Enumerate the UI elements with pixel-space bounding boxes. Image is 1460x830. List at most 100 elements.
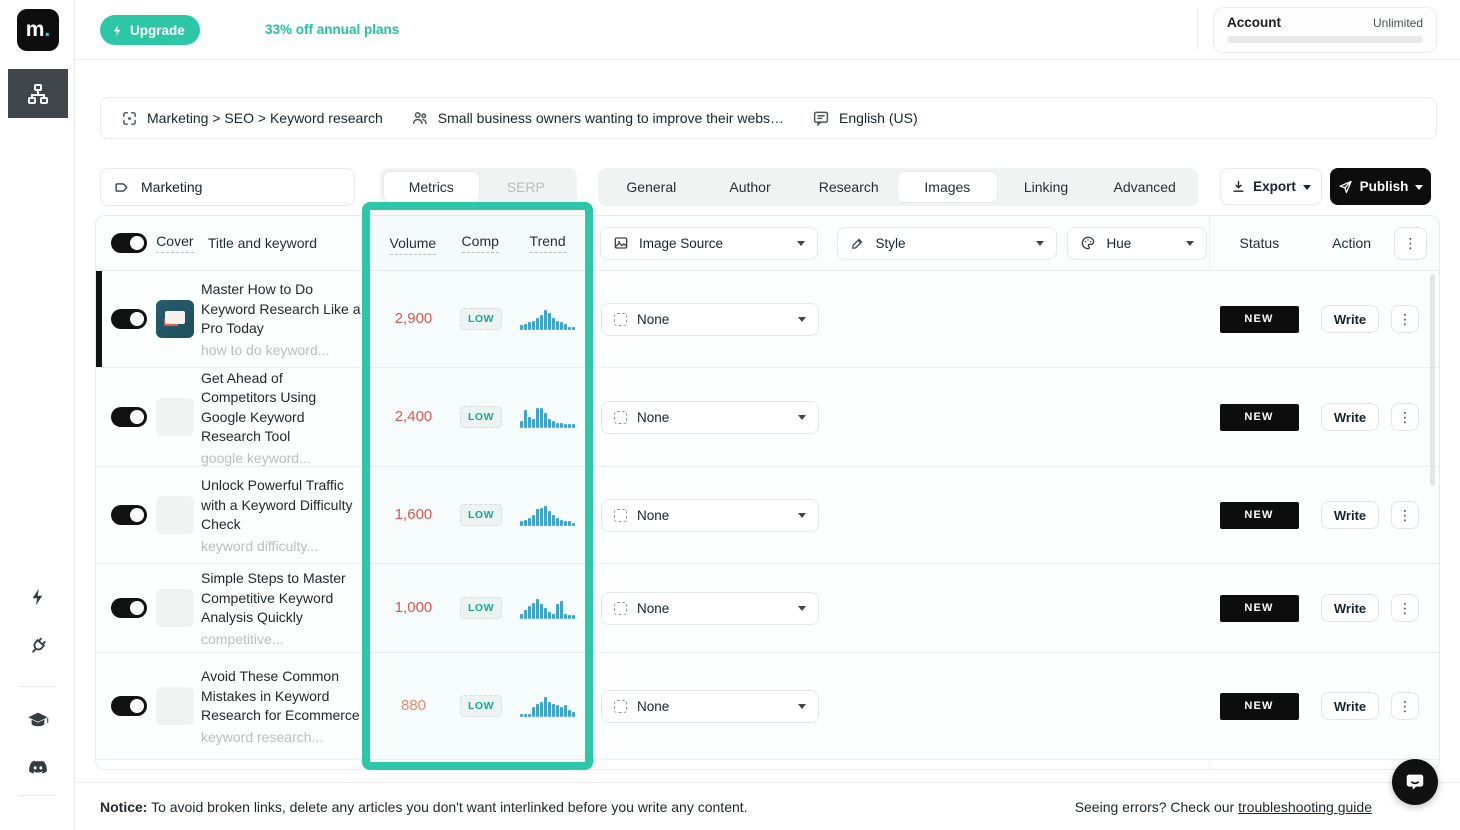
status-badge: NEW (1220, 404, 1299, 431)
competition-badge: LOW (460, 308, 502, 330)
tab-metrics[interactable]: Metrics (384, 172, 479, 202)
row-menu-button[interactable]: ⋮ (1391, 501, 1419, 529)
article-title[interactable]: Unlock Powerful Traffic with a Keyword D… (201, 476, 361, 535)
articles-table: Cover Title and keyword Volume Comp Tren… (95, 215, 1440, 770)
article-title[interactable]: Avoid These Common Mistakes in Keyword R… (201, 667, 361, 726)
row-toggle[interactable] (111, 696, 147, 716)
cover-thumbnail[interactable] (156, 687, 194, 725)
tab-images[interactable]: Images (898, 172, 997, 202)
article-title[interactable]: Master How to Do Keyword Research Like a… (201, 280, 361, 339)
write-button[interactable]: Write (1321, 594, 1379, 622)
competition-badge: LOW (460, 406, 502, 428)
write-button[interactable]: Write (1321, 501, 1379, 529)
tab-general[interactable]: General (602, 172, 701, 202)
publish-label: Publish (1360, 179, 1409, 194)
sidebar: m. (0, 0, 75, 830)
volume-value: 880 (401, 697, 426, 714)
row-image-source-dropdown[interactable]: None (601, 303, 819, 336)
sidebar-item-academy[interactable] (0, 709, 75, 731)
article-keyword[interactable]: google keyword... (201, 450, 361, 466)
tab-advanced[interactable]: Advanced (1095, 172, 1194, 202)
trend-sparkline (520, 597, 578, 619)
row-menu-button[interactable]: ⋮ (1391, 692, 1419, 720)
col-header-trend[interactable]: Trend (530, 233, 566, 253)
app-logo[interactable]: m. (17, 9, 59, 51)
write-button[interactable]: Write (1321, 403, 1379, 431)
export-button[interactable]: Export (1220, 168, 1322, 205)
cover-thumbnail[interactable] (156, 496, 194, 534)
chevron-down-icon (1036, 241, 1044, 246)
audience-selector[interactable]: Small business owners wanting to improve… (411, 109, 784, 127)
row-toggle[interactable] (111, 407, 147, 427)
none-icon (614, 411, 627, 424)
tab-research[interactable]: Research (799, 172, 898, 202)
article-keyword[interactable]: competitive... (201, 631, 361, 647)
table-header-row: Cover Title and keyword Volume Comp Tren… (96, 216, 1439, 271)
col-header-title: Title and keyword (208, 235, 317, 251)
article-keyword[interactable]: keyword research... (201, 729, 361, 745)
col-header-volume[interactable]: Volume (390, 235, 437, 255)
cover-thumbnail[interactable] (156, 589, 194, 627)
plug-icon (28, 636, 48, 656)
write-button[interactable]: Write (1321, 692, 1379, 720)
row-menu-button[interactable]: ⋮ (1391, 305, 1419, 333)
promo-text[interactable]: 33% off annual plans (265, 22, 399, 37)
upgrade-button[interactable]: Upgrade (100, 15, 200, 45)
trend-sparkline (520, 308, 578, 330)
account-plan: Unlimited (1373, 16, 1423, 30)
row-image-source-dropdown[interactable]: None (601, 690, 819, 723)
hue-dropdown[interactable]: Hue (1067, 227, 1207, 260)
troubleshooting-link[interactable]: troubleshooting guide (1238, 799, 1372, 815)
status-badge: NEW (1220, 502, 1299, 529)
volume-value: 1,600 (395, 506, 433, 523)
col-header-cover[interactable]: Cover (156, 233, 193, 253)
article-title[interactable]: Get Ahead of Competitors Using Google Ke… (201, 369, 361, 447)
table-row: Unlock Powerful Traffic with a Keyword D… (96, 467, 1439, 564)
export-label: Export (1253, 179, 1296, 194)
write-button[interactable]: Write (1321, 305, 1379, 333)
row-menu-button[interactable]: ⋮ (1391, 403, 1419, 431)
sitemap-icon (26, 82, 50, 106)
account-card[interactable]: Account Unlimited (1213, 7, 1437, 53)
row-image-source-dropdown[interactable]: None (601, 592, 819, 625)
table-menu-button[interactable]: ⋮ (1394, 227, 1427, 260)
row-toggle[interactable] (111, 598, 147, 618)
sidebar-item-structure[interactable] (8, 69, 68, 118)
select-all-toggle[interactable] (111, 233, 147, 253)
row-toggle[interactable] (111, 309, 147, 329)
tab-linking[interactable]: Linking (997, 172, 1096, 202)
row-menu-button[interactable]: ⋮ (1391, 594, 1419, 622)
row-image-source-value: None (637, 508, 669, 523)
tab-author[interactable]: Author (701, 172, 800, 202)
cover-thumbnail[interactable] (156, 300, 194, 338)
volume-value: 2,400 (395, 408, 433, 425)
row-image-source-value: None (637, 699, 669, 714)
row-image-source-dropdown[interactable]: None (601, 401, 819, 434)
col-header-comp[interactable]: Comp (462, 233, 499, 253)
audience-icon (411, 109, 429, 127)
style-dropdown[interactable]: Style (837, 227, 1057, 260)
project-breadcrumb[interactable]: Marketing > SEO > Keyword research (121, 110, 383, 127)
cover-thumbnail[interactable] (156, 398, 194, 436)
table-scrollbar[interactable] (1430, 274, 1435, 486)
chat-widget-button[interactable] (1392, 759, 1438, 805)
article-keyword[interactable]: keyword difficulty... (201, 538, 361, 554)
row-toggle[interactable] (111, 505, 147, 525)
publish-button[interactable]: Publish (1330, 168, 1431, 205)
upgrade-label: Upgrade (130, 23, 185, 38)
download-icon (1231, 179, 1246, 194)
row-image-source-value: None (637, 410, 669, 425)
sidebar-item-activity[interactable] (0, 587, 75, 607)
article-title[interactable]: Simple Steps to Master Competitive Keywo… (201, 569, 361, 628)
tab-serp[interactable]: SERP (479, 172, 574, 202)
image-source-dropdown[interactable]: Image Source (600, 227, 818, 260)
chevron-down-icon (798, 415, 806, 420)
sidebar-item-integrations[interactable] (0, 636, 75, 656)
article-keyword[interactable]: how to do keyword... (201, 342, 361, 358)
chevron-down-icon (1415, 185, 1423, 190)
row-image-source-dropdown[interactable]: None (601, 499, 819, 532)
sidebar-item-discord[interactable] (0, 757, 75, 779)
collection-input[interactable]: Marketing (100, 168, 355, 206)
audience-text: Small business owners wanting to improve… (438, 110, 784, 126)
language-selector[interactable]: English (US) (812, 109, 918, 127)
